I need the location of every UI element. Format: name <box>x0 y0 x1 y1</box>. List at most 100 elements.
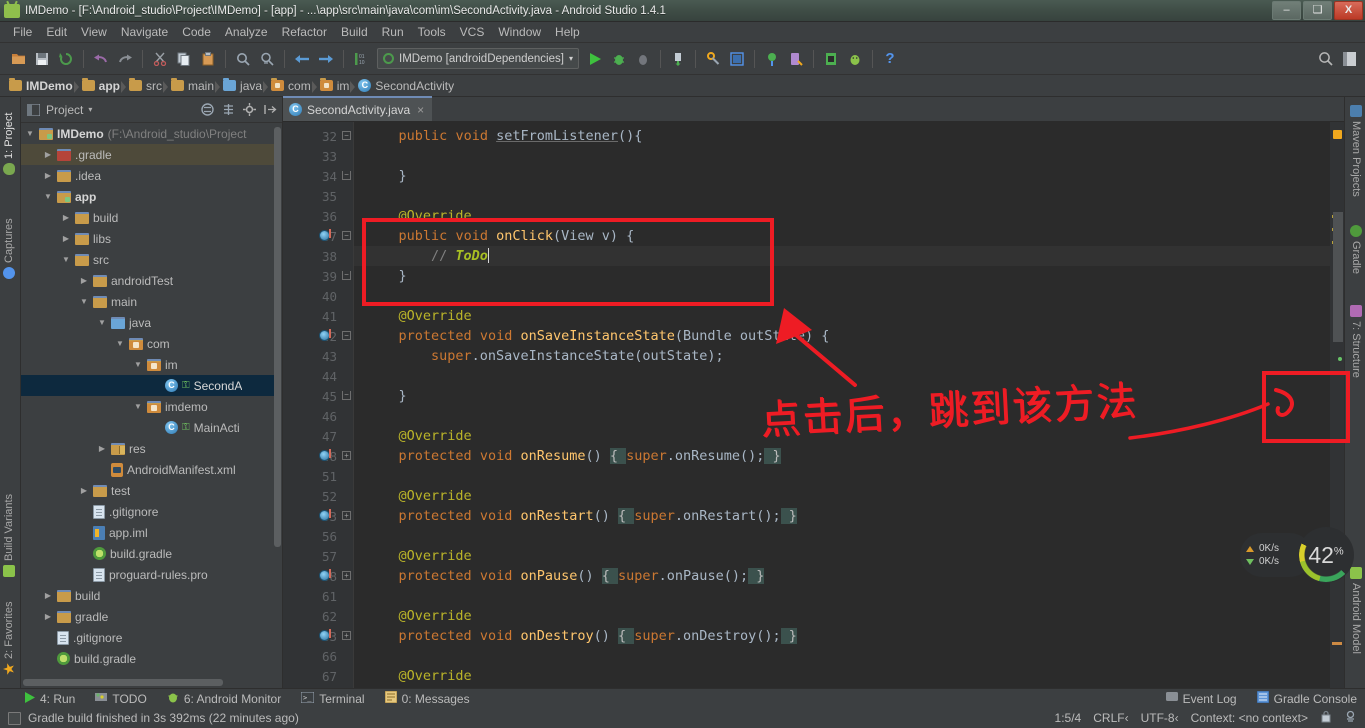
bottom-tab-gradle-console[interactable]: Gradle Console <box>1257 691 1357 706</box>
code-line[interactable]: @Override <box>354 666 1330 686</box>
bottom-tab-event-log[interactable]: Event Log <box>1166 691 1237 706</box>
sidebar-item-favorites[interactable]: 2: Favorites <box>3 602 15 675</box>
code-line[interactable] <box>354 186 1330 206</box>
code-line[interactable]: @Override <box>354 306 1330 326</box>
chevron-right-icon[interactable]: ▶ <box>61 213 71 222</box>
editor-scrollbar[interactable] <box>1333 212 1343 342</box>
close-icon[interactable]: × <box>417 103 424 117</box>
code-line[interactable]: public void onClick(View v) { <box>354 226 1330 246</box>
menu-item-analyze[interactable]: Analyze <box>218 23 275 41</box>
override-gutter-marker[interactable] <box>319 230 330 241</box>
sidebar-item-gradle[interactable]: Gradle <box>1350 225 1362 274</box>
cut-icon[interactable] <box>150 49 170 69</box>
warning-marker[interactable] <box>1333 130 1342 139</box>
chevron-down-icon[interactable]: ▼ <box>43 192 53 201</box>
code-line[interactable]: @Override <box>354 546 1330 566</box>
breadcrumb-item-imdemo[interactable]: IMDemo <box>6 78 79 94</box>
code-line[interactable] <box>354 286 1330 306</box>
code-line[interactable]: protected void onDestroy() { super.onDes… <box>354 626 1330 646</box>
sidebar-item-project[interactable]: 1: Project <box>3 113 15 175</box>
layout-inspector-icon[interactable] <box>762 49 782 69</box>
debug-icon[interactable] <box>609 49 629 69</box>
tree-node-im[interactable]: ▼im <box>21 354 274 375</box>
override-gutter-marker[interactable] <box>319 510 330 521</box>
menu-item-tools[interactable]: Tools <box>411 23 453 41</box>
override-gutter-marker[interactable] <box>319 570 330 581</box>
sidebar-item-maven-projects[interactable]: Maven Projects <box>1350 105 1362 197</box>
tree-node-proguard-rules-pro[interactable]: proguard-rules.pro <box>21 564 274 585</box>
tree-node--gradle[interactable]: ▶.gradle <box>21 144 274 165</box>
maximize-button[interactable]: ❑ <box>1303 1 1332 20</box>
menu-item-refactor[interactable]: Refactor <box>275 23 334 41</box>
code-line[interactable]: protected void onPause() { super.onPause… <box>354 566 1330 586</box>
chevron-down-icon[interactable]: ▼ <box>61 255 71 264</box>
project-tree[interactable]: ▼IMDemo (F:\Android_studio\Project▶.grad… <box>21 123 274 678</box>
fold-expand-icon[interactable]: + <box>342 511 351 520</box>
minimize-button[interactable]: – <box>1272 1 1301 20</box>
menu-item-code[interactable]: Code <box>175 23 218 41</box>
chevron-down-icon[interactable]: ▼ <box>133 402 143 411</box>
breadcrumb-item-src[interactable]: src <box>126 78 168 94</box>
copy-icon[interactable] <box>174 49 194 69</box>
context-indicator[interactable]: Context: <no context> <box>1191 711 1308 725</box>
bottom-tab-android-monitor[interactable]: 6: Android Monitor <box>167 691 281 706</box>
bottom-tab-run[interactable]: 4: Run <box>24 692 75 706</box>
breadcrumb-item-com[interactable]: com <box>268 78 317 94</box>
chevron-right-icon[interactable]: ▶ <box>43 150 53 159</box>
run-icon[interactable] <box>585 49 605 69</box>
tree-node-mainacti[interactable]: C⚿MainActi <box>21 417 274 438</box>
chevron-down-icon[interactable]: ▾ <box>88 105 92 114</box>
chevron-right-icon[interactable]: ▶ <box>43 171 53 180</box>
tree-node-seconda[interactable]: C⚿SecondA <box>21 375 274 396</box>
warning-stripe[interactable] <box>1332 642 1342 645</box>
code-line[interactable] <box>354 526 1330 546</box>
scroll-from-source-icon[interactable] <box>220 102 236 118</box>
replace-icon[interactable] <box>257 49 277 69</box>
chevron-down-icon[interactable]: ▼ <box>115 339 125 348</box>
line-separator[interactable]: CRLF‹ <box>1093 711 1128 725</box>
sidebar-item-structure[interactable]: 7: Structure <box>1350 305 1362 378</box>
find-icon[interactable] <box>233 49 253 69</box>
avd-manager-icon[interactable] <box>727 49 747 69</box>
fold-collapse-icon[interactable]: − <box>342 131 351 140</box>
menu-item-edit[interactable]: Edit <box>39 23 74 41</box>
status-indicator-icon[interactable] <box>8 712 21 725</box>
sidebar-item-android-model[interactable]: Android Model <box>1350 567 1362 654</box>
caret-position[interactable]: 1:5/4 <box>1055 711 1082 725</box>
open-project-icon[interactable] <box>8 49 28 69</box>
tree-node-imdemo[interactable]: ▼imdemo <box>21 396 274 417</box>
read-only-lock-icon[interactable] <box>1320 710 1332 726</box>
menu-item-view[interactable]: View <box>74 23 114 41</box>
override-gutter-marker[interactable] <box>319 330 330 341</box>
undo-icon[interactable] <box>91 49 111 69</box>
menu-item-window[interactable]: Window <box>491 23 548 41</box>
search-everywhere-icon[interactable] <box>1315 49 1335 69</box>
code-line[interactable]: protected void onResume() { super.onResu… <box>354 446 1330 466</box>
help-icon[interactable]: ? <box>880 49 900 69</box>
settings-gear-icon[interactable] <box>241 102 257 118</box>
tree-node-test[interactable]: ▶test <box>21 480 274 501</box>
bottom-tab-terminal[interactable]: >_ Terminal <box>301 692 364 706</box>
code-line[interactable]: @Override <box>354 206 1330 226</box>
collapse-all-icon[interactable] <box>199 102 215 118</box>
chevron-right-icon[interactable]: ▶ <box>79 276 89 285</box>
code-line[interactable]: public void setFromListener(){ <box>354 126 1330 146</box>
tree-node-androidtest[interactable]: ▶androidTest <box>21 270 274 291</box>
tree-node-androidmanifest-xml[interactable]: AndroidManifest.xml <box>21 459 274 480</box>
chevron-right-icon[interactable]: ▶ <box>43 612 53 621</box>
device-monitor-icon[interactable] <box>786 49 806 69</box>
tree-node-java[interactable]: ▼java <box>21 312 274 333</box>
tab-secondactivity-java[interactable]: C SecondActivity.java × <box>283 96 432 121</box>
code-line[interactable]: protected void onRestart() { super.onRes… <box>354 506 1330 526</box>
tree-node-build-gradle[interactable]: build.gradle <box>21 648 274 669</box>
code-line[interactable]: protected void onSaveInstanceState(Bundl… <box>354 326 1330 346</box>
code-line[interactable] <box>354 586 1330 606</box>
override-gutter-marker[interactable] <box>319 630 330 641</box>
breadcrumb-item-main[interactable]: main <box>168 78 220 94</box>
bottom-tab-messages[interactable]: 0: Messages <box>385 691 470 706</box>
tree-node-build[interactable]: ▶build <box>21 207 274 228</box>
save-all-icon[interactable] <box>32 49 52 69</box>
tree-node--gitignore[interactable]: .gitignore <box>21 501 274 522</box>
menu-item-run[interactable]: Run <box>375 23 411 41</box>
fold-end-icon[interactable]: − <box>342 391 351 400</box>
